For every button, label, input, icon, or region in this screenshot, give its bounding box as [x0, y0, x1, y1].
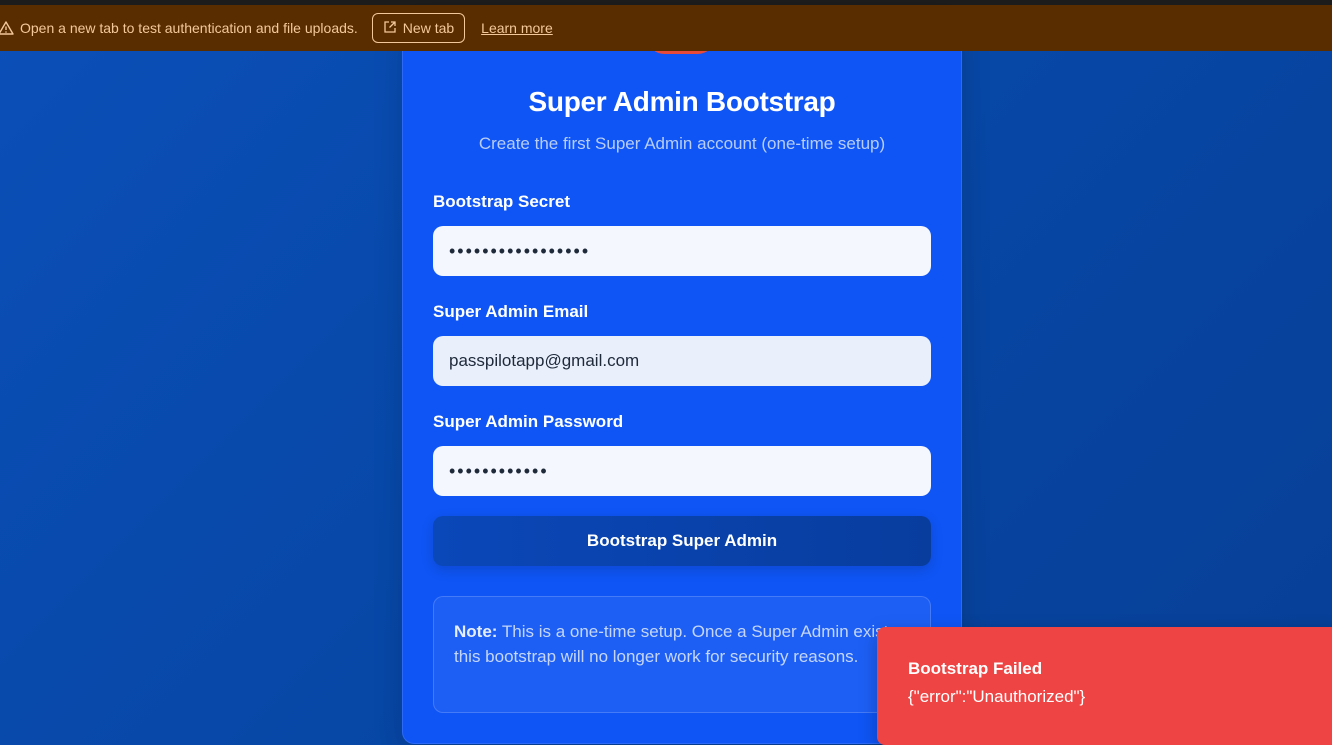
- email-input[interactable]: [433, 336, 931, 386]
- error-toast[interactable]: Bootstrap Failed {"error":"Unauthorized"…: [877, 627, 1332, 745]
- info-banner: Open a new tab to test authentication an…: [0, 5, 1332, 51]
- toast-title: Bootstrap Failed: [908, 659, 1043, 678]
- secret-label: Bootstrap Secret: [433, 192, 570, 211]
- password-label: Super Admin Password: [433, 412, 624, 431]
- email-label: Super Admin Email: [433, 302, 589, 321]
- page-subtitle: Create the first Super Admin account (on…: [478, 134, 886, 153]
- bootstrap-submit-button[interactable]: Bootstrap Super Admin: [433, 516, 931, 566]
- note-text: This is a one-time setup. Once a Super A…: [454, 622, 902, 666]
- toast-description: {"error":"Unauthorized"}: [908, 687, 1086, 706]
- secret-input[interactable]: [433, 226, 931, 276]
- learn-more-link[interactable]: Learn more: [481, 20, 553, 36]
- external-link-icon: [383, 20, 397, 37]
- note-heading: Note:: [454, 622, 498, 641]
- new-tab-label: New tab: [402, 20, 455, 36]
- page-title: Super Admin Bootstrap: [528, 86, 836, 117]
- warning-icon: [0, 20, 14, 36]
- new-tab-button[interactable]: New tab: [371, 13, 466, 43]
- setup-note: Note: This is a one-time setup. Once a S…: [433, 596, 931, 713]
- password-input[interactable]: [433, 446, 931, 496]
- banner-message: Open a new tab to test authentication an…: [20, 20, 358, 36]
